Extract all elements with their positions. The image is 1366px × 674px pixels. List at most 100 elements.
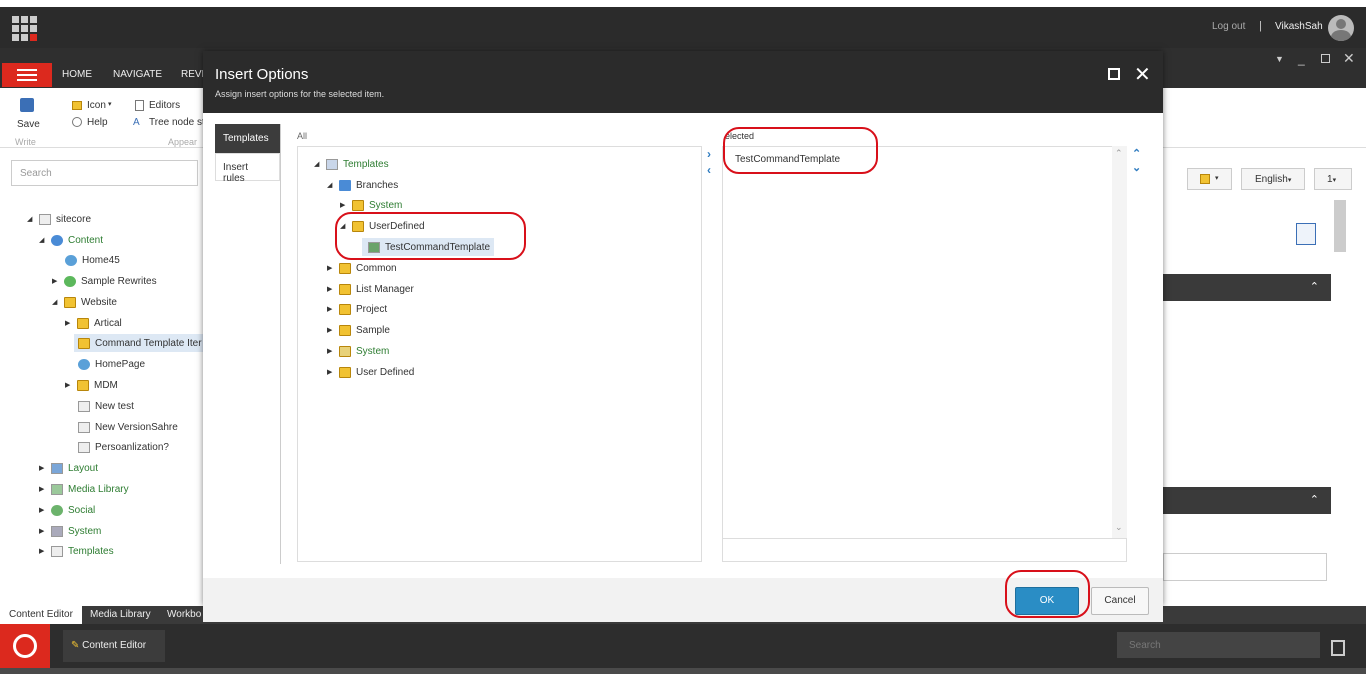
editors-icon — [135, 100, 144, 111]
chevron-up-icon: ⌃ — [1309, 281, 1319, 293]
tree-node[interactable]: ◢ Templates — [314, 155, 389, 173]
tree-node[interactable]: ▶ System — [39, 522, 101, 540]
window-close-icon[interactable]: ✕ — [1343, 50, 1355, 67]
minimize-icon[interactable]: _ — [1298, 52, 1305, 66]
document-icon — [78, 441, 90, 453]
sitecore-logo-icon[interactable] — [0, 624, 50, 668]
tree-node[interactable]: Command Template Iter — [74, 334, 205, 352]
tree-node[interactable]: ◢ Content — [39, 231, 103, 249]
scrollbar[interactable]: ⌃ ⌄ — [1112, 146, 1127, 538]
tab-home[interactable]: HOME — [62, 69, 92, 80]
section-header[interactable]: ⌃ — [1163, 274, 1331, 301]
tree-node[interactable]: HomePage — [78, 355, 145, 373]
tree-node[interactable]: ▶ Sample — [327, 321, 390, 339]
maximize-icon[interactable] — [1108, 68, 1120, 80]
folder-icon — [64, 296, 76, 308]
scrollbar[interactable] — [1334, 200, 1346, 252]
icon-button[interactable]: Icon — [87, 100, 106, 111]
media-icon — [51, 483, 63, 495]
tree-node[interactable]: Home45 — [65, 251, 120, 269]
launchpad-icon[interactable] — [12, 16, 38, 42]
tree-node[interactable]: ▶ Sample Rewrites — [52, 272, 157, 290]
template-icon — [51, 545, 63, 557]
list-icon[interactable] — [1331, 640, 1345, 656]
folder-icon — [339, 324, 351, 336]
remove-arrow-icon[interactable]: ‹ — [707, 163, 711, 177]
dialog-header — [203, 51, 1163, 113]
taskbar-content-editor[interactable]: ✎ Content Editor — [63, 630, 165, 662]
avatar[interactable] — [1328, 15, 1354, 41]
tab-navigate[interactable]: NAVIGATE — [113, 69, 162, 80]
selected-list[interactable] — [722, 146, 1127, 562]
gallery-dropdown[interactable]: ▾ — [1187, 168, 1232, 190]
template-icon — [326, 158, 338, 170]
language-dropdown[interactable]: English▾ — [1241, 168, 1305, 190]
scroll-down-icon[interactable]: ⌄ — [1115, 522, 1123, 533]
save-icon[interactable] — [20, 98, 34, 112]
search-input[interactable]: Search — [11, 160, 198, 186]
logout-link[interactable]: Log out — [1212, 21, 1245, 32]
section-header[interactable]: ⌃ — [1163, 487, 1331, 514]
layout-icon — [51, 462, 63, 474]
tree-node[interactable]: ▶ Artical — [65, 314, 122, 332]
tree-node[interactable]: New test — [78, 397, 134, 415]
tree-node[interactable]: ▶ List Manager — [327, 280, 414, 298]
tree-node-button[interactable]: Tree node st — [149, 117, 205, 128]
folder-icon — [1200, 174, 1210, 184]
maximize-icon[interactable] — [1321, 54, 1330, 63]
tree-node[interactable]: ▶ Common — [327, 259, 397, 277]
scroll-up-icon[interactable]: ⌃ — [1115, 148, 1123, 159]
help-button[interactable]: Help — [87, 117, 108, 128]
tab-divider — [280, 124, 281, 564]
field-input[interactable] — [1163, 553, 1327, 581]
save-button[interactable]: Save — [17, 119, 40, 130]
chevron-down-icon: ▾ — [1215, 175, 1219, 182]
tree-node[interactable]: ▶ User Defined — [327, 363, 414, 381]
tree-node[interactable]: Persoanlization? — [78, 438, 169, 456]
tree-node[interactable]: ▶ Project — [327, 300, 387, 318]
taskbar-search-input[interactable]: Search — [1117, 632, 1320, 658]
tab-templates[interactable]: Templates — [215, 124, 280, 153]
globe-icon — [78, 358, 90, 370]
tab-insert-rules[interactable]: Insert rules — [215, 153, 280, 184]
move-down-icon[interactable]: ⌄ — [1132, 161, 1141, 174]
folder-icon — [339, 283, 351, 295]
bottom-tab-content-editor[interactable]: Content Editor — [0, 606, 82, 624]
write-group-label: Write — [15, 137, 36, 147]
tree-node[interactable]: ◢ Branches — [327, 176, 398, 194]
social-icon — [51, 504, 63, 516]
tree-node[interactable]: ▶ Media Library — [39, 480, 129, 498]
editors-button[interactable]: Editors — [149, 100, 180, 111]
version-dropdown[interactable]: 1▾ — [1314, 168, 1352, 190]
tree-node[interactable]: ◢ sitecore — [27, 210, 91, 228]
window-dropdown-icon[interactable]: ▼ — [1275, 54, 1284, 64]
move-up-icon[interactable]: ⌃ — [1132, 147, 1141, 160]
chevron-down-icon: ▾ — [108, 101, 112, 108]
folder-icon — [339, 303, 351, 315]
tree-node[interactable]: ▶ Social — [39, 501, 95, 519]
icon-icon — [72, 101, 82, 110]
content-icon — [51, 234, 63, 246]
chevron-down-icon: ▾ — [1287, 177, 1292, 184]
folder-icon — [339, 262, 351, 274]
chevron-up-icon: ⌃ — [1309, 494, 1319, 506]
tree-node[interactable]: ▶ MDM — [65, 376, 118, 394]
tab-review[interactable]: REVI — [181, 69, 204, 80]
cancel-button[interactable]: Cancel — [1091, 587, 1149, 615]
bottom-tab-media-library[interactable]: Media Library — [81, 606, 160, 624]
folder-icon — [77, 379, 89, 391]
tree-node[interactable]: New VersionSahre — [78, 418, 178, 436]
globe-icon — [64, 275, 76, 287]
add-arrow-icon[interactable]: › — [707, 147, 711, 161]
document-icon — [39, 213, 51, 225]
tree-node[interactable]: ▶ Templates — [39, 542, 114, 560]
tree-node[interactable]: ◢ Website — [52, 293, 117, 311]
hamburger-menu-icon[interactable] — [2, 63, 52, 87]
top-header — [0, 0, 1366, 48]
chevron-down-icon: ▾ — [1332, 177, 1337, 184]
close-icon[interactable]: ✕ — [1134, 62, 1151, 87]
tree-node[interactable]: ▶ System — [327, 342, 389, 360]
tree-node[interactable]: ▶ Layout — [39, 459, 98, 477]
annotation-oval — [335, 212, 526, 260]
item-icon — [1296, 223, 1316, 245]
